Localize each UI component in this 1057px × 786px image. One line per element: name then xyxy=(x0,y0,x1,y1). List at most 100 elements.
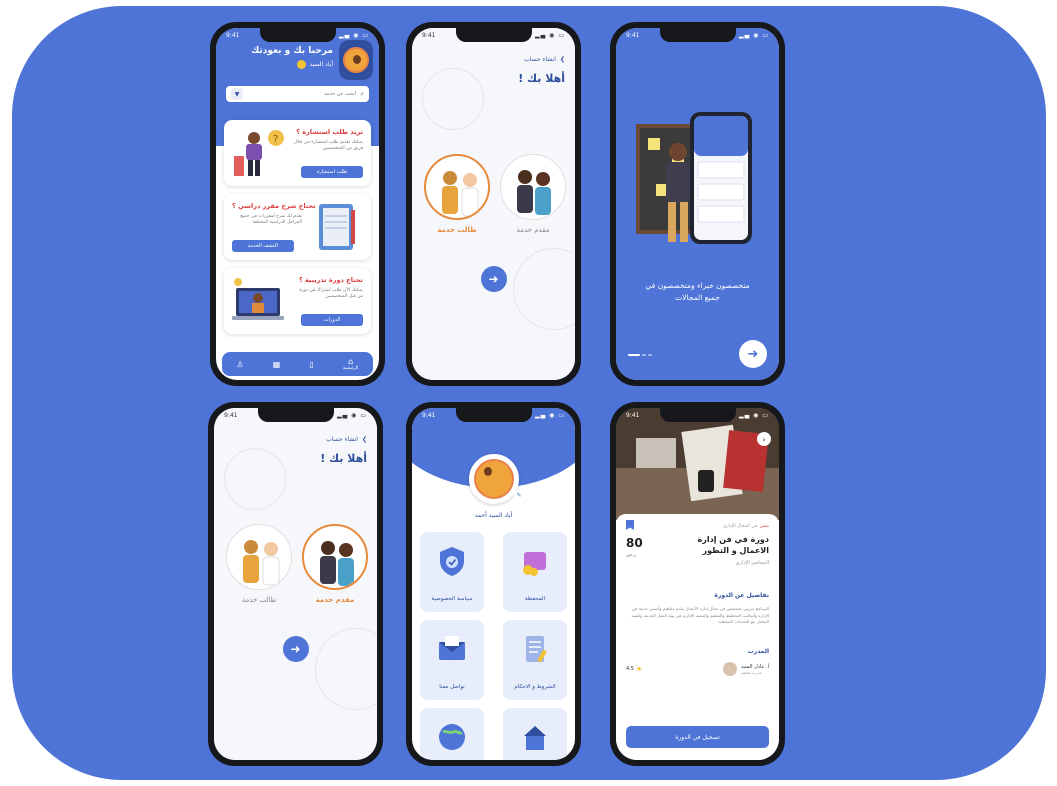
document-icon xyxy=(526,636,547,663)
tile-privacy[interactable]: سياسة الخصوصية xyxy=(420,532,484,612)
nav-profile[interactable]: ♙ xyxy=(237,360,244,369)
training-course-card[interactable]: تحتاج دورة تدريبية ؟ يمكنك الآن طلب اشتر… xyxy=(224,268,371,334)
avatar[interactable] xyxy=(339,40,373,80)
mail-icon xyxy=(439,636,465,660)
showcase-background: 9:41 ▂▄ ◉ ▭ مرحبا بك و بعودتك أياد السيد… xyxy=(12,6,1046,780)
phone-settings: 9:41 ▂▄ ◉ ▭ ✎ أياد السيد أحمد المحفظة سي… xyxy=(406,402,581,766)
notch xyxy=(659,28,736,42)
tile-label: الشروط و الاحكام xyxy=(514,684,556,690)
course-subtitle: المحاضر الإداري xyxy=(735,560,769,566)
next-button[interactable]: ➜ xyxy=(282,636,309,662)
course-title: دورة في فن إدارة الاعمال و التطور xyxy=(697,535,769,555)
search-input[interactable]: ابحث عن خدمة xyxy=(243,91,360,97)
avatar-image xyxy=(343,47,369,73)
student-option[interactable] xyxy=(226,524,292,590)
provider-option[interactable] xyxy=(302,524,368,590)
onboarding-text-line1: متخصصون خبراء ومتخصصون في xyxy=(645,281,750,290)
nav-categories[interactable]: ▦ xyxy=(273,360,281,369)
trainer-row[interactable]: 4.5 ★ أ. عادل السيد مدرب معتمد xyxy=(626,660,769,678)
student-label: طالب خدمة xyxy=(437,226,477,234)
notch xyxy=(455,28,532,42)
coin-icon xyxy=(297,60,307,69)
enroll-button[interactable]: تسجيل في الدورة xyxy=(626,726,769,748)
student-label: طالب خدمة xyxy=(241,596,277,604)
bottom-navigation: ♙ ▦ ▯ ⌂ الرئيسية xyxy=(222,352,373,376)
chevron-right-icon[interactable]: ❯ xyxy=(362,436,367,443)
back-row[interactable]: ❯ انشاء حساب xyxy=(524,56,565,63)
student-thinking-illustration: ? xyxy=(234,130,284,176)
arrow-right-icon: ➜ xyxy=(290,642,301,656)
teacher-board-illustration xyxy=(636,112,752,244)
tile-language[interactable] xyxy=(420,708,484,760)
course-currency: ر.س xyxy=(626,552,637,558)
notch xyxy=(659,408,736,422)
arrow-right-icon: ➜ xyxy=(488,272,499,286)
onboarding-text-line2: جميع المجالات xyxy=(675,293,720,302)
avatar[interactable] xyxy=(468,454,519,504)
trainer-avatar xyxy=(722,662,737,676)
trainer-heading: المدرب xyxy=(747,648,769,655)
status-time: 9:41 xyxy=(422,411,436,419)
status-time: 9:41 xyxy=(626,411,640,419)
course-explain-card[interactable]: تحتاج شرح مقرر دراسي ؟ نقدم لك شرح لمقرر… xyxy=(224,194,371,260)
pencil-icon[interactable]: ✎ xyxy=(514,490,524,500)
nav-home[interactable]: ⌂ الرئيسية xyxy=(343,357,359,371)
chevron-right-icon: › xyxy=(762,434,766,444)
next-button[interactable]: ➜ xyxy=(739,340,767,368)
onboarding-text: متخصصون خبراء ومتخصصون في جميع المجالات xyxy=(626,280,769,304)
tile-label: سياسة الخصوصية xyxy=(431,596,473,602)
bookmark-icon[interactable] xyxy=(626,520,634,530)
details-heading: تفاصيل عن الدورة xyxy=(714,592,769,599)
status-time: 9:41 xyxy=(226,31,240,39)
trainer-rating: 4.5 ★ xyxy=(626,665,642,673)
laptop-teacher-illustration xyxy=(232,278,284,320)
back-label: انشاء حساب xyxy=(326,436,358,443)
next-button[interactable]: ➜ xyxy=(480,266,507,292)
user-name: أياد السيد xyxy=(309,61,333,68)
grid-icon: ▦ xyxy=(272,359,281,369)
chevron-right-icon[interactable]: ❯ xyxy=(560,56,565,63)
status-time: 9:41 xyxy=(626,31,640,39)
shield-icon xyxy=(440,547,464,576)
status-time: 9:41 xyxy=(224,411,238,419)
featured-tag: مميز xyxy=(760,524,769,529)
course-details-card: مميز في المجال الإداري دورة في فن إدارة … xyxy=(616,514,779,760)
back-button[interactable]: › xyxy=(757,432,771,446)
tile-label: المحفظة xyxy=(524,596,546,602)
student-illustration xyxy=(243,540,280,586)
student-option[interactable] xyxy=(424,154,490,220)
notch xyxy=(259,28,336,42)
onboarding-screen: 9:41 ▂▄ ◉ ▭ متخصصون خبراء ومتخصصون في جم… xyxy=(616,28,779,380)
tile-contact[interactable]: تواصل معنا xyxy=(420,620,484,700)
globe-icon xyxy=(439,724,465,750)
provider-option[interactable] xyxy=(500,154,566,220)
notebook-illustration xyxy=(319,204,355,250)
courses-button[interactable]: الدورات xyxy=(301,314,363,326)
nav-orders[interactable]: ▯ xyxy=(309,360,313,369)
home-icon: ⌂ xyxy=(348,357,354,366)
tile-terms[interactable]: الشروط و الاحكام xyxy=(503,620,567,700)
discover-service-button[interactable]: اكتشف الخدمة xyxy=(232,240,294,252)
user-icon: ♙ xyxy=(236,359,244,369)
back-row[interactable]: ❯ انشاء حساب xyxy=(326,436,367,443)
building-icon xyxy=(524,726,546,750)
request-consultation-button[interactable]: طلب استشارة xyxy=(301,166,363,178)
user-name-row: أياد السيد xyxy=(297,60,333,69)
notch xyxy=(455,408,532,422)
tile-wallet[interactable]: المحفظة xyxy=(503,532,567,612)
signal-wifi-battery-icon: ▂▄ ◉ ▭ xyxy=(535,411,565,419)
status-time: 9:41 xyxy=(422,31,436,39)
course-screen: 9:41 ▂▄ ◉ ▭ › مميز في المجال الإداري دور… xyxy=(616,408,779,760)
trainer-role: مدرب معتمد xyxy=(740,669,762,675)
course-cover-image xyxy=(616,408,779,520)
tile-about[interactable] xyxy=(503,708,567,760)
signal-wifi-battery-icon: ▂▄ ◉ ▭ xyxy=(339,31,369,39)
course-category: في المجال الإداري xyxy=(722,524,758,529)
provider-label: مقدم خدمة xyxy=(516,226,550,234)
search-bar[interactable]: ▼ ابحث عن خدمة ⌕ xyxy=(226,86,369,102)
phone-choose-student: 9:41 ▂▄ ◉ ▭ ❯ انشاء حساب أهلا بك ! مقدم … xyxy=(406,22,581,386)
card-description: نقدم لك شرح لمقررات في جميع المراحل الدر… xyxy=(240,214,302,225)
wallet-icon xyxy=(523,552,546,576)
consultation-card[interactable]: ? تريد طلب استشارة ؟ يمكنك تقديم طلب است… xyxy=(224,120,371,186)
filter-icon[interactable]: ▼ xyxy=(231,88,243,100)
